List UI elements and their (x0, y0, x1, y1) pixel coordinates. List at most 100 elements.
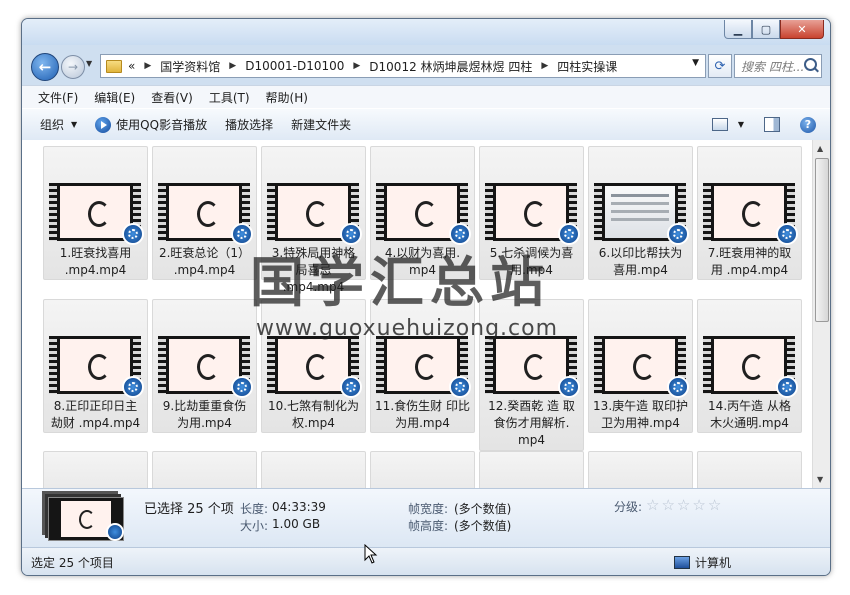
qq-player-icon (776, 223, 798, 245)
file-name[interactable]: 12.癸酉乾 造 取食伤才用解析. mp4 (482, 398, 581, 449)
file-item[interactable]: 13.庚午造 取印护 卫为用神.mp4 (588, 299, 693, 433)
file-item[interactable]: 8.正印正印日主 劫财 .mp4.mp4 (43, 299, 148, 433)
help-icon[interactable]: ? (800, 116, 816, 133)
vertical-scrollbar[interactable]: ▲ ▼ (812, 140, 830, 488)
menu-help[interactable]: 帮助(H) (266, 89, 308, 106)
address-dropdown-icon[interactable]: ▼ (692, 58, 699, 68)
file-name[interactable]: 9.比劫重重食伤 为用.mp4 (155, 398, 254, 432)
change-view-icon[interactable] (711, 118, 728, 131)
scroll-down-icon[interactable]: ▼ (817, 475, 823, 484)
logo-icon (524, 354, 546, 380)
breadcrumb-separator-icon[interactable]: ▶ (353, 61, 360, 71)
scroll-thumb[interactable] (815, 158, 829, 322)
close-button[interactable]: ✕ (780, 20, 824, 39)
file-item[interactable] (588, 451, 693, 488)
watermark-title: 国学汇总站 (250, 251, 550, 314)
file-item[interactable]: 1.旺衰找喜用 .mp4.mp4 (43, 146, 148, 280)
file-item[interactable] (697, 451, 802, 488)
qq-player-icon (231, 376, 253, 398)
refresh-button[interactable]: ⟳ (708, 54, 732, 78)
file-item[interactable] (43, 451, 148, 488)
menu-tools[interactable]: 工具(T) (209, 89, 250, 106)
search-icon[interactable] (804, 58, 817, 71)
file-name[interactable]: 2.旺衰总论（1） .mp4.mp4 (155, 245, 254, 279)
maximize-button[interactable]: ▢ (752, 20, 780, 39)
qq-play-button[interactable]: 使用QQ影音播放 (95, 116, 207, 133)
menu-file[interactable]: 文件(F) (38, 89, 78, 106)
file-name[interactable]: 6.以印比帮扶为 喜用.mp4 (591, 245, 690, 279)
breadcrumb-item[interactable]: D10001-D10100 (245, 59, 344, 73)
scroll-up-icon[interactable]: ▲ (817, 144, 823, 153)
arrow-left-icon: ← (38, 58, 52, 76)
command-bar: 组织 ▼ 使用QQ影音播放 播放选择 新建文件夹 ▼ ? (22, 108, 830, 141)
breadcrumb-item[interactable]: 国学资料馆 (160, 58, 220, 75)
organize-button[interactable]: 组织 ▼ (40, 116, 77, 133)
file-name[interactable]: 10.七煞有制化为 权.mp4 (264, 398, 363, 432)
menu-view[interactable]: 查看(V) (151, 89, 193, 106)
file-item[interactable] (261, 451, 366, 488)
chevron-down-icon[interactable]: ▼ (738, 120, 744, 129)
menu-edit[interactable]: 编辑(E) (94, 89, 135, 106)
back-button[interactable]: ← (31, 53, 59, 81)
star-icon[interactable]: ☆ (661, 498, 674, 513)
video-frame (60, 339, 130, 391)
logo-icon (742, 201, 764, 227)
file-item[interactable] (370, 451, 475, 488)
view-controls: ▼ ? (711, 109, 830, 140)
file-item[interactable] (479, 451, 584, 488)
new-folder-button[interactable]: 新建文件夹 (291, 116, 351, 133)
file-item[interactable] (152, 451, 257, 488)
file-name[interactable]: 8.正印正印日主 劫财 .mp4.mp4 (46, 398, 145, 432)
rating-stars[interactable]: ☆ ☆ ☆ ☆ ☆ (646, 498, 723, 513)
breadcrumb-separator-icon[interactable]: ▶ (541, 61, 548, 71)
forward-button[interactable]: → (61, 55, 85, 79)
file-name[interactable]: 1.旺衰找喜用 .mp4.mp4 (46, 245, 145, 279)
size-label: 大小: (240, 519, 269, 533)
breadcrumb-item[interactable]: 四柱实操课 (557, 58, 617, 75)
breadcrumb-item[interactable]: D10012 林炳坤晨煜林煜 四柱 (369, 58, 532, 75)
menu-bar: 文件(F) 编辑(E) 查看(V) 工具(T) 帮助(H) (22, 85, 830, 108)
preview-pane-icon[interactable] (764, 117, 780, 132)
star-icon[interactable]: ☆ (646, 498, 659, 513)
breadcrumb-separator-icon[interactable]: ▶ (229, 61, 236, 71)
minimize-button[interactable]: ▁ (724, 20, 752, 39)
logo-icon (415, 354, 437, 380)
title-bar[interactable]: ▁ ▢ ✕ (22, 19, 830, 45)
file-item[interactable]: 9.比劫重重食伤 为用.mp4 (152, 299, 257, 433)
file-name[interactable]: 11.食伤生财 印比 为用.mp4 (373, 398, 472, 432)
video-frame (496, 186, 566, 238)
status-bar: 选定 25 个项目 计算机 (22, 547, 830, 575)
breadcrumb-overflow[interactable]: « (128, 59, 135, 73)
video-frame (278, 339, 348, 391)
search-box[interactable]: 搜索 四柱... (734, 54, 822, 78)
length-value: 04:33:39 (272, 500, 326, 514)
breadcrumb-separator-icon[interactable]: ▶ (144, 61, 151, 71)
logo-icon (415, 201, 437, 227)
star-icon[interactable]: ☆ (677, 498, 690, 513)
file-name[interactable]: 13.庚午造 取印护 卫为用神.mp4 (591, 398, 690, 432)
file-item[interactable]: 2.旺衰总论（1） .mp4.mp4 (152, 146, 257, 280)
status-text: 选定 25 个项目 (31, 556, 114, 570)
logo-icon (197, 354, 219, 380)
star-icon[interactable]: ☆ (692, 498, 705, 513)
address-bar[interactable]: « ▶ 国学资料馆 ▶ D10001-D10100 ▶ D10012 林炳坤晨煜… (100, 54, 706, 78)
search-input[interactable]: 搜索 四柱... (741, 58, 804, 75)
logo-icon (197, 201, 219, 227)
play-selected-button[interactable]: 播放选择 (225, 116, 273, 133)
refresh-icon: ⟳ (714, 58, 726, 74)
qq-player-icon (667, 223, 689, 245)
file-item[interactable]: 7.旺衰用神的取用 .mp4.mp4 (697, 146, 802, 280)
video-frame (60, 186, 130, 238)
rating-label: 分级: (614, 500, 643, 514)
logo-icon (79, 510, 95, 529)
video-frame (605, 186, 675, 238)
recent-pages-dropdown[interactable]: ▼ (86, 59, 92, 68)
star-icon[interactable]: ☆ (708, 498, 721, 513)
logo-icon (633, 354, 655, 380)
file-name[interactable]: 14.丙午造 从格 木火通明.mp4 (700, 398, 799, 432)
video-frame (387, 339, 457, 391)
file-item[interactable]: 6.以印比帮扶为 喜用.mp4 (588, 146, 693, 280)
file-item[interactable]: 14.丙午造 从格 木火通明.mp4 (697, 299, 802, 433)
organize-label: 组织 (40, 118, 65, 132)
file-name[interactable]: 7.旺衰用神的取用 .mp4.mp4 (700, 245, 799, 279)
